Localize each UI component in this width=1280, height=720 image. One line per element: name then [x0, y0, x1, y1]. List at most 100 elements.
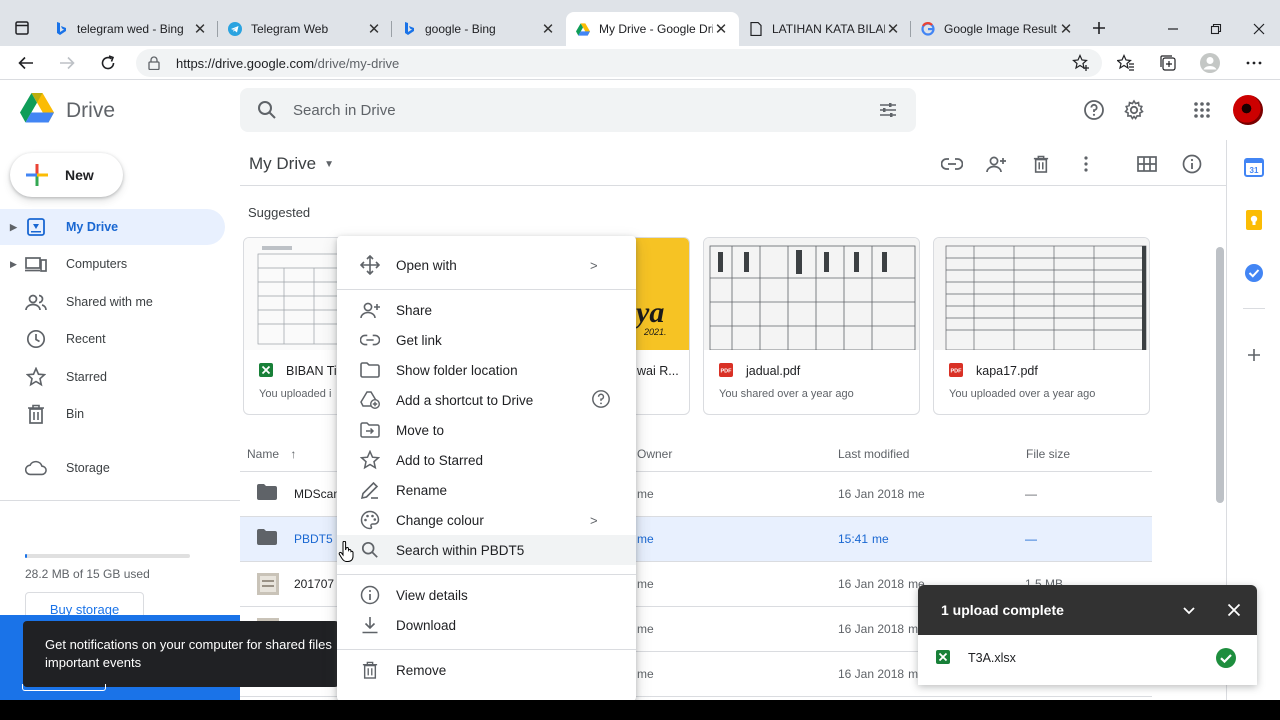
get-link-icon[interactable] — [939, 151, 965, 177]
close-icon[interactable]: ✕ — [1058, 20, 1074, 38]
tab-google-bing[interactable]: google - Bing ✕ — [392, 12, 566, 46]
delete-icon[interactable] — [1028, 151, 1054, 177]
scrollbar[interactable] — [1216, 247, 1224, 503]
search-bar[interactable]: Search in Drive — [240, 88, 916, 132]
forward-icon[interactable] — [56, 52, 78, 74]
telegram-icon — [228, 22, 242, 36]
tab-telegram-web[interactable]: Telegram Web ✕ — [218, 12, 392, 46]
close-icon[interactable]: ✕ — [366, 20, 382, 38]
grid-view-icon[interactable] — [1134, 151, 1160, 177]
sort-up-arrow-icon[interactable]: ↑ — [290, 447, 296, 461]
sidebar-item-computers[interactable]: ▶ Computers — [0, 246, 225, 282]
keep-icon[interactable] — [1243, 209, 1265, 231]
trash-icon — [25, 403, 47, 425]
column-name[interactable]: Name ↑ — [247, 447, 296, 461]
sidebar-item-shared-with-me[interactable]: Shared with me — [0, 284, 225, 320]
menu-item-rename[interactable]: Rename — [337, 475, 636, 505]
more-menu-icon[interactable] — [1243, 52, 1265, 74]
clock-icon — [25, 328, 47, 350]
expand-arrow-icon[interactable]: ▶ — [10, 222, 17, 233]
row-owner: me — [637, 622, 654, 636]
expand-arrow-icon[interactable]: ▶ — [10, 259, 17, 270]
sidebar-item-recent[interactable]: Recent — [0, 321, 225, 357]
breadcrumb[interactable]: My Drive ▼ — [249, 154, 334, 174]
maximize-icon[interactable] — [1205, 18, 1227, 40]
notification-button[interactable] — [22, 684, 106, 691]
menu-divider — [337, 574, 636, 575]
menu-item-share[interactable]: Share — [337, 295, 636, 325]
sidebar-item-bin[interactable]: Bin — [0, 396, 225, 432]
tab-actions-icon[interactable] — [12, 18, 32, 38]
calendar-icon[interactable]: 31 — [1243, 156, 1265, 178]
card-thumbnail — [934, 238, 1149, 351]
favorites-icon[interactable] — [1115, 52, 1137, 74]
url-field[interactable]: https://drive.google.com/drive/my-drive — [136, 49, 1102, 77]
tab-latihan-kata[interactable]: LATIHAN KATA BILAN ✕ — [739, 12, 911, 46]
sidebar-item-label: My Drive — [66, 220, 119, 234]
search-icon[interactable] — [257, 100, 277, 125]
drive-icon — [576, 22, 590, 36]
menu-item-add-shortcut[interactable]: Add a shortcut to Drive — [337, 385, 636, 415]
menu-item-show-folder-location[interactable]: Show folder location — [337, 355, 636, 385]
drive-logo[interactable]: Drive — [20, 93, 115, 128]
reload-icon[interactable] — [97, 52, 119, 74]
more-actions-icon[interactable] — [1073, 151, 1099, 177]
chevron-down-icon[interactable] — [1181, 602, 1197, 623]
caret-down-icon[interactable]: ▼ — [324, 159, 334, 170]
menu-item-get-link[interactable]: Get link — [337, 325, 636, 355]
sidebar-item-storage[interactable]: Storage — [0, 450, 225, 486]
help-icon[interactable] — [1080, 96, 1108, 124]
new-button[interactable]: New — [10, 153, 123, 197]
account-avatar[interactable] — [1233, 95, 1263, 125]
sidebar-item-starred[interactable]: Starred — [0, 359, 225, 395]
menu-item-add-to-starred[interactable]: Add to Starred — [337, 445, 636, 475]
tasks-icon[interactable] — [1243, 262, 1265, 284]
tab-title: LATIHAN KATA BILAN — [772, 22, 885, 36]
close-icon[interactable]: ✕ — [192, 20, 208, 38]
settings-gear-icon[interactable] — [1120, 96, 1148, 124]
menu-item-view-details[interactable]: View details — [337, 580, 636, 610]
menu-item-change-colour[interactable]: Change colour > — [337, 505, 636, 535]
tab-my-drive[interactable]: My Drive - Google Dri ✕ — [566, 12, 739, 46]
collections-icon[interactable] — [1157, 52, 1179, 74]
menu-item-remove[interactable]: Remove — [337, 655, 636, 685]
apps-grid-icon[interactable] — [1188, 96, 1216, 124]
menu-item-open-with[interactable]: Open with > — [337, 250, 636, 280]
search-options-icon[interactable] — [878, 100, 898, 125]
menu-item-move-to[interactable]: Move to — [337, 415, 636, 445]
column-file-size[interactable]: File size — [1026, 447, 1070, 461]
upload-file-name[interactable]: T3A.xlsx — [968, 651, 1016, 665]
info-icon[interactable] — [1179, 151, 1205, 177]
column-owner[interactable]: Owner — [637, 447, 672, 461]
window-close-icon[interactable] — [1248, 18, 1270, 40]
close-icon[interactable] — [1226, 602, 1242, 623]
suggested-card[interactable]: PDF kapa17.pdf You uploaded over a year … — [933, 237, 1150, 415]
tab-title: Google Image Result — [944, 22, 1057, 36]
new-tab-icon[interactable] — [1089, 18, 1109, 38]
close-icon[interactable]: ✕ — [540, 20, 556, 38]
folder-icon — [257, 484, 277, 503]
column-last-modified[interactable]: Last modified — [838, 447, 909, 461]
suggested-card[interactable]: PDF jadual.pdf You shared over a year ag… — [703, 237, 920, 415]
menu-item-download[interactable]: Download — [337, 610, 636, 640]
menu-item-search-within[interactable]: Search within PBDT5 — [337, 535, 636, 565]
upload-panel-title: 1 upload complete — [941, 602, 1064, 618]
close-icon[interactable]: ✕ — [713, 20, 729, 38]
page-title: My Drive — [249, 154, 317, 173]
favorite-add-icon[interactable] — [1072, 54, 1090, 77]
thumb-overlay-text: ya — [636, 296, 665, 329]
back-icon[interactable] — [15, 52, 37, 74]
tab-telegram-wed-bing[interactable]: telegram wed - Bing ✕ — [44, 12, 218, 46]
add-addon-icon[interactable] — [1243, 344, 1265, 366]
help-icon[interactable] — [591, 389, 611, 412]
sidebar-item-my-drive[interactable]: ▶ My Drive — [0, 209, 225, 245]
profile-icon[interactable] — [1199, 52, 1221, 74]
search-input[interactable]: Search in Drive — [293, 102, 396, 119]
share-person-icon[interactable] — [983, 151, 1009, 177]
shared-icon — [25, 291, 47, 313]
minimize-icon[interactable] — [1162, 18, 1184, 40]
pdf-icon: PDF — [719, 363, 733, 382]
close-icon[interactable]: ✕ — [885, 20, 901, 38]
menu-item-label: Remove — [396, 662, 447, 678]
tab-google-image-result[interactable]: Google Image Result ✕ — [911, 12, 1084, 46]
